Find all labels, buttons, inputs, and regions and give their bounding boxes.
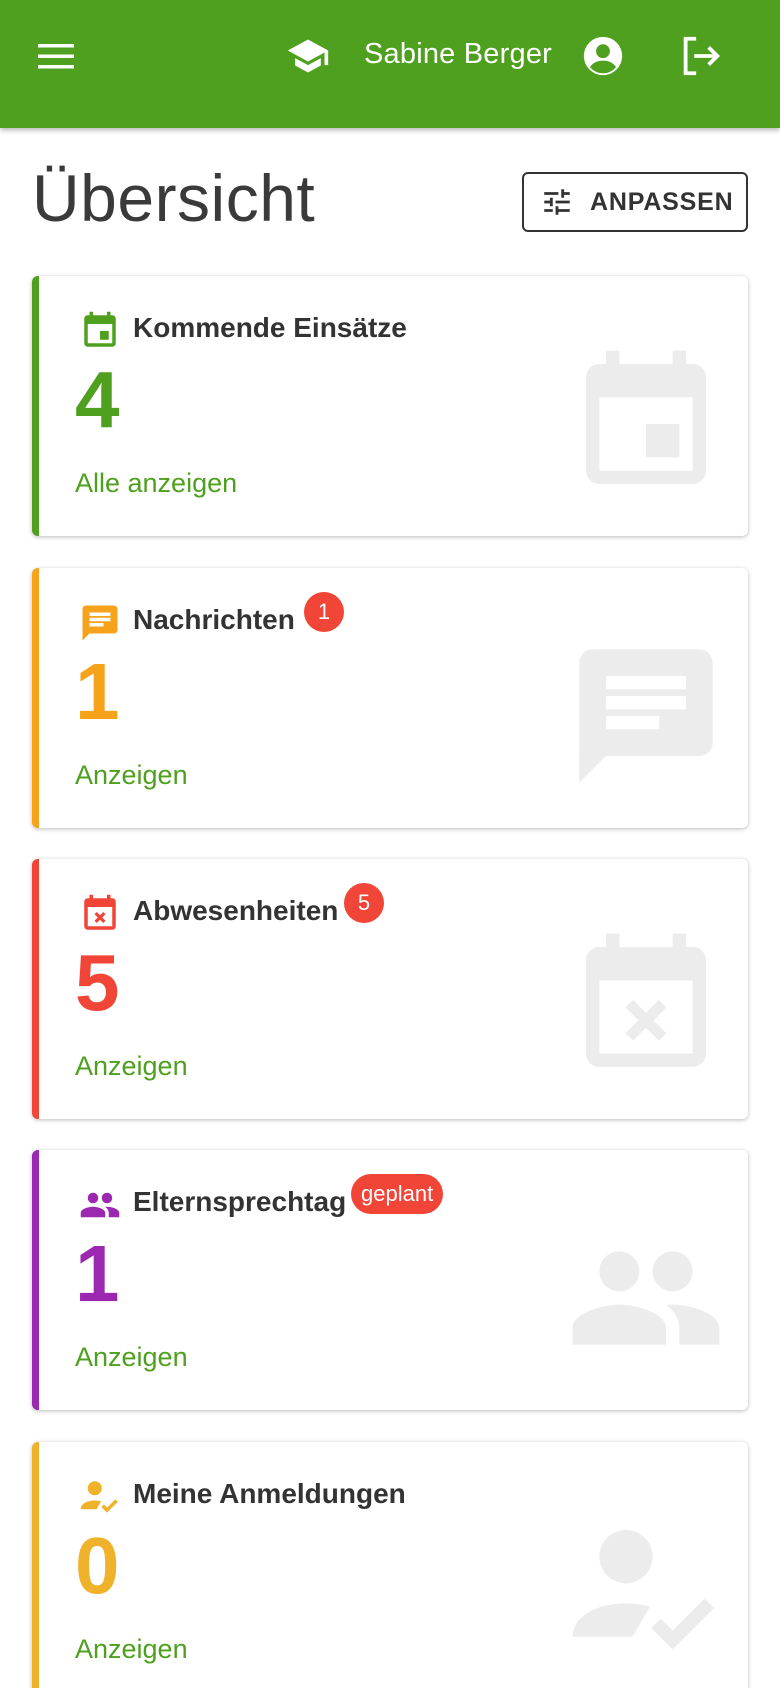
people-icon: [572, 1251, 720, 1345]
card-title: Nachrichten: [133, 604, 295, 635]
tune-icon: [544, 189, 570, 215]
card-count: 1: [75, 647, 120, 736]
logout-icon[interactable]: [677, 33, 723, 79]
customize-label: ANPASSEN: [590, 187, 734, 216]
user-name: Sabine Berger: [364, 38, 552, 70]
page-title: Übersicht: [32, 161, 316, 235]
show-link[interactable]: Anzeigen: [75, 760, 188, 791]
message-icon: [579, 649, 713, 783]
calendar-event-icon: [586, 350, 706, 484]
message-icon: [82, 605, 118, 641]
status-badge: geplant: [351, 1174, 444, 1214]
customize-button[interactable]: ANPASSEN: [522, 172, 748, 232]
card-count: 1: [75, 1229, 120, 1318]
calendar-remove-icon: [586, 933, 706, 1067]
app-bar: Sabine Berger: [0, 0, 780, 128]
unread-badge: 1: [304, 592, 344, 632]
show-link[interactable]: Anzeigen: [75, 1051, 188, 1082]
person-check-icon: [80, 1481, 118, 1513]
people-icon: [80, 1192, 120, 1218]
card-parent-teacher-day: Elternsprechtag geplant 1 Anzeigen: [32, 1150, 748, 1410]
card-title: Kommende Einsätze: [133, 312, 407, 343]
school-icon: [287, 39, 329, 73]
calendar-remove-icon: [84, 894, 116, 930]
calendar-event-icon: [84, 311, 116, 347]
card-title: Elternsprechtag: [133, 1186, 347, 1217]
card-count: 4: [75, 355, 120, 444]
account-circle-icon[interactable]: [580, 33, 626, 79]
show-all-link[interactable]: Alle anzeigen: [75, 468, 237, 499]
card-messages: Nachrichten 1 1 Anzeigen: [32, 568, 748, 828]
card-count: 5: [75, 938, 120, 1027]
card-title: Abwesenheiten: [133, 895, 339, 926]
card-count: 0: [75, 1521, 120, 1610]
card-absences: Abwesenheiten 5 5 Anzeigen: [32, 859, 748, 1119]
card-upcoming-assignments: Kommende Einsätze 4 Alle anzeigen: [32, 276, 748, 536]
card-title: Meine Anmeldungen: [133, 1478, 406, 1509]
show-link[interactable]: Anzeigen: [75, 1342, 188, 1373]
card-my-registrations: Meine Anmeldungen 0 Anzeigen: [32, 1442, 748, 1688]
absence-badge: 5: [344, 883, 384, 923]
menu-icon[interactable]: [34, 36, 78, 76]
show-link[interactable]: Anzeigen: [75, 1634, 188, 1665]
person-check-icon: [572, 1530, 715, 1650]
